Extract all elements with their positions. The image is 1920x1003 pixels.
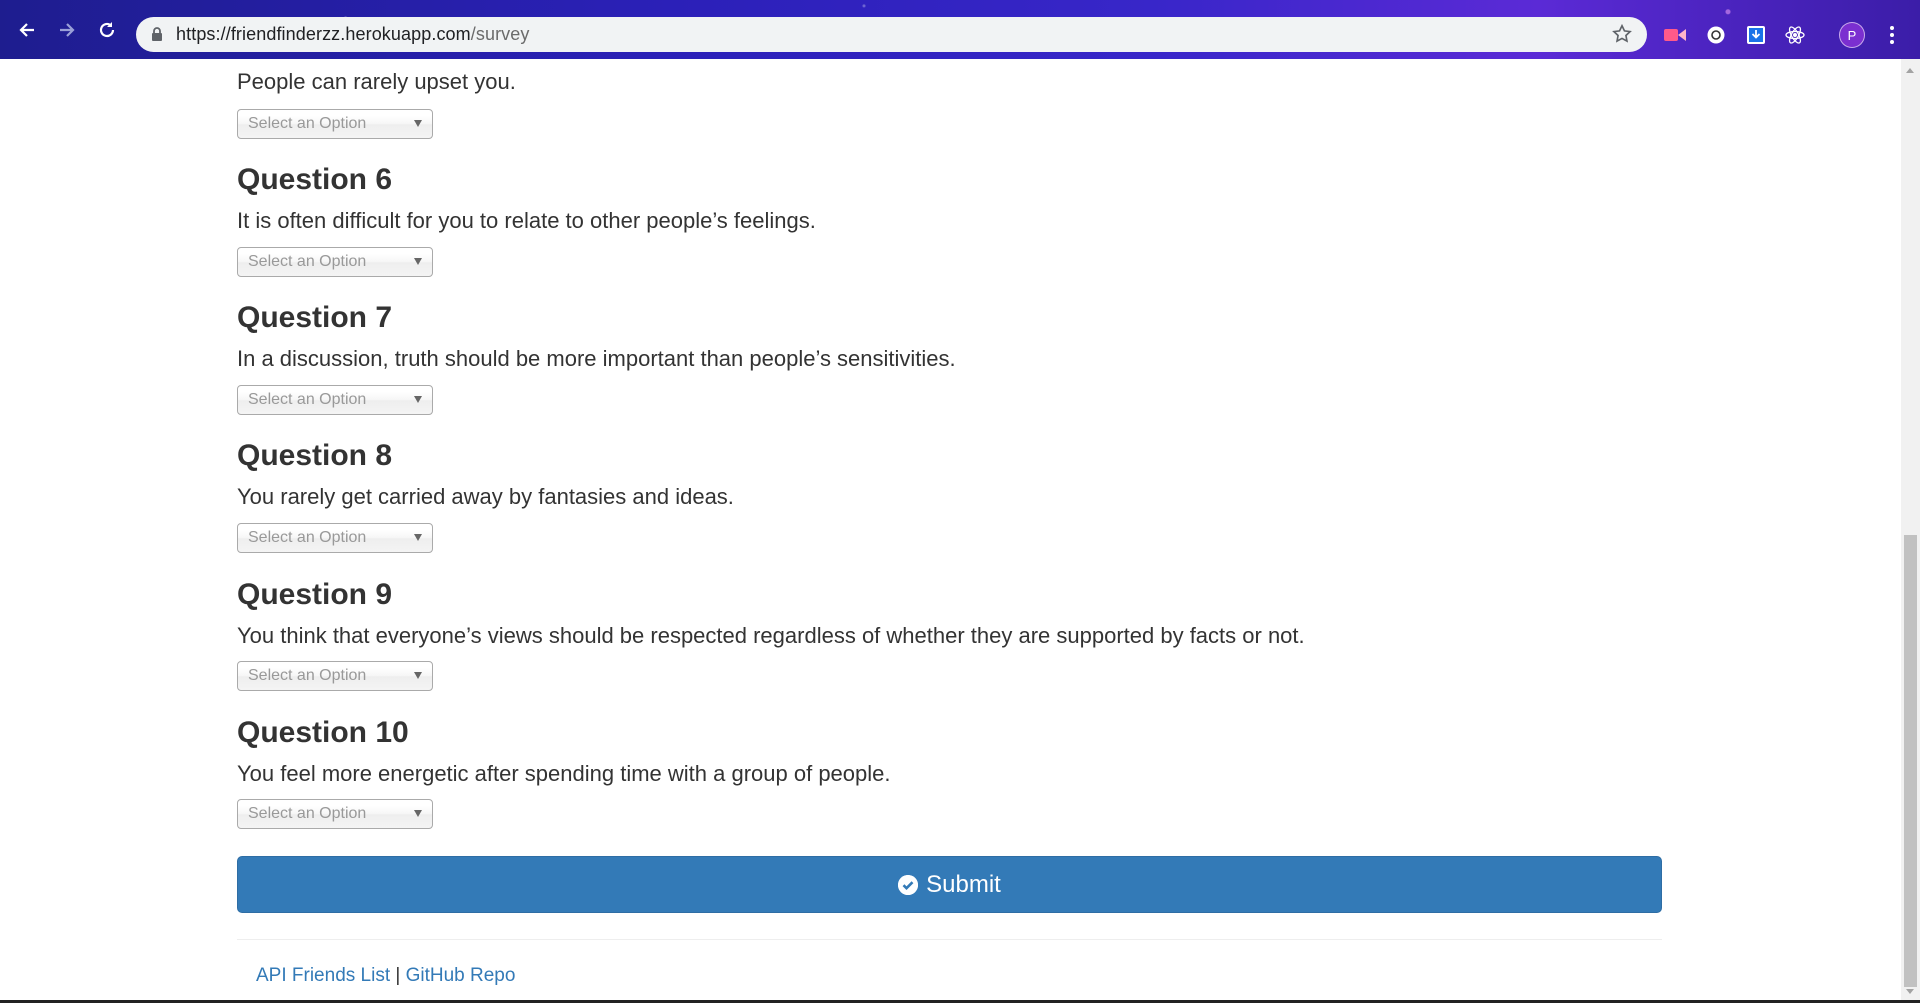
api-friends-list-link[interactable]: API Friends List [256, 965, 390, 986]
scroll-up-icon[interactable] [1906, 68, 1914, 73]
browser-toolbar: https://friendfinderzz.herokuapp.com/sur… [0, 0, 1920, 59]
bookmark-star-icon[interactable] [1611, 23, 1633, 45]
question-8-text: You rarely get carried away by fantasies… [237, 484, 734, 509]
chevron-down-icon [414, 810, 422, 817]
chevron-down-icon [414, 258, 422, 265]
browser-menu-icon[interactable] [1886, 23, 1898, 47]
react-devtools-icon[interactable] [1783, 23, 1807, 47]
footer-separator: | [395, 965, 401, 986]
question-5-select[interactable]: Select an Option [237, 109, 433, 139]
submit-button[interactable]: Submit [237, 856, 1662, 913]
forward-icon[interactable] [54, 17, 80, 43]
question-7-heading: Question 7 [237, 301, 393, 334]
check-circle-icon [898, 874, 919, 895]
github-repo-link[interactable]: GitHub Repo [406, 965, 516, 986]
select-placeholder: Select an Option [248, 391, 367, 408]
question-7-select[interactable]: Select an Option [237, 385, 433, 415]
lock-icon [150, 27, 164, 43]
question-5-block: People can rarely upset you. [237, 69, 516, 95]
select-placeholder: Select an Option [248, 805, 367, 822]
chevron-down-icon [414, 396, 422, 403]
question-8-select[interactable]: Select an Option [237, 523, 433, 553]
question-6-heading: Question 6 [237, 163, 393, 196]
question-6-select[interactable]: Select an Option [237, 247, 433, 277]
chevron-down-icon [414, 534, 422, 541]
footer-links: API Friends List | GitHub Repo [256, 965, 515, 987]
url-host: https://friendfinderzz.herokuapp.com [176, 24, 471, 44]
question-10-heading: Question 10 [237, 716, 409, 749]
chevron-down-icon [414, 672, 422, 679]
vertical-scrollbar[interactable] [1901, 59, 1920, 1003]
question-8-heading: Question 8 [237, 439, 393, 472]
address-bar[interactable]: https://friendfinderzz.herokuapp.com/sur… [136, 17, 1647, 52]
extension-circle-icon[interactable] [1704, 23, 1728, 47]
submit-label: Submit [926, 870, 1001, 898]
scroll-down-icon[interactable] [1906, 989, 1914, 994]
reload-icon[interactable] [94, 17, 120, 43]
chevron-down-icon [414, 120, 422, 127]
question-10-text: You feel more energetic after spending t… [237, 761, 891, 786]
question-5-text: People can rarely upset you. [237, 69, 516, 94]
question-6-text: It is often difficult for you to relate … [237, 208, 816, 233]
select-placeholder: Select an Option [248, 529, 367, 546]
url-path: /survey [470, 24, 530, 44]
url-text: https://friendfinderzz.herokuapp.com/sur… [176, 24, 529, 45]
profile-avatar[interactable]: P [1839, 22, 1865, 48]
question-10-select[interactable]: Select an Option [237, 799, 433, 829]
question-9-select[interactable]: Select an Option [237, 661, 433, 691]
select-placeholder: Select an Option [248, 667, 367, 684]
extension-download-icon[interactable] [1744, 23, 1768, 47]
back-icon[interactable] [14, 17, 40, 43]
question-6-block: Question 6 [237, 163, 392, 196]
select-placeholder: Select an Option [248, 115, 367, 132]
select-placeholder: Select an Option [248, 253, 367, 270]
question-9-heading: Question 9 [237, 578, 393, 611]
question-9-text: You think that everyone’s views should b… [237, 623, 1305, 648]
extension-video-icon[interactable] [1663, 23, 1687, 47]
footer-divider [237, 939, 1662, 940]
scrollbar-thumb[interactable] [1904, 535, 1917, 987]
question-7-text: In a discussion, truth should be more im… [237, 346, 956, 371]
